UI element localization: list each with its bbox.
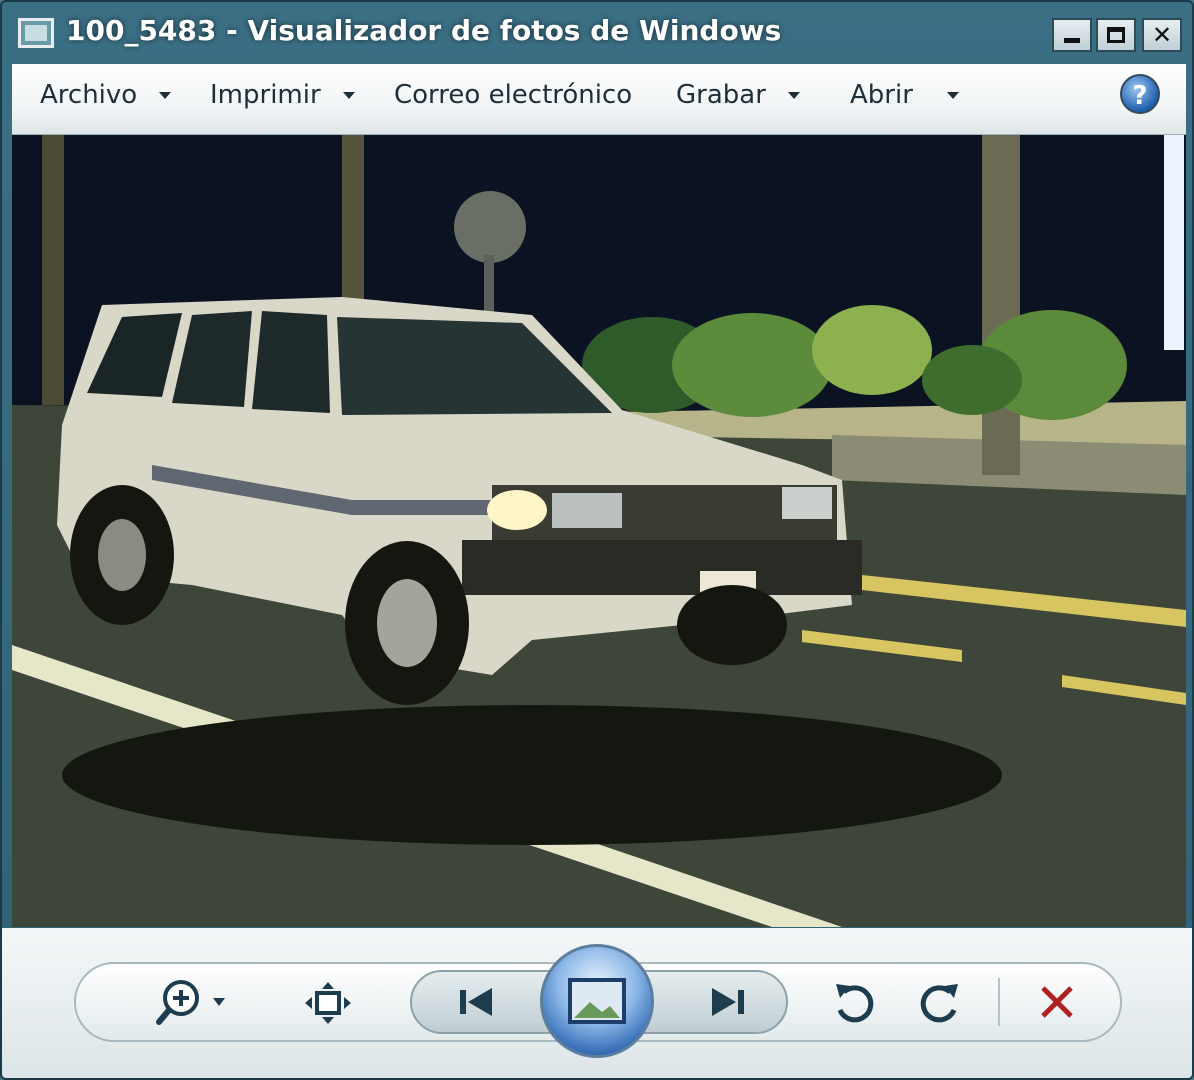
chevron-down-icon xyxy=(946,92,959,99)
rotate-left-button[interactable] xyxy=(826,978,882,1028)
title-bar[interactable]: 100_5483 - Visualizador de fotos de Wind… xyxy=(2,2,1192,64)
menu-imprimir[interactable]: Imprimir xyxy=(210,80,355,110)
close-button[interactable]: ✕ xyxy=(1142,18,1182,52)
close-icon: ✕ xyxy=(1151,21,1173,49)
zoom-button[interactable] xyxy=(148,976,238,1028)
previous-button[interactable] xyxy=(442,980,512,1024)
maximize-icon xyxy=(1107,27,1125,43)
skip-next-icon xyxy=(712,988,744,1016)
chevron-down-icon xyxy=(787,92,800,99)
menu-archivo-label: Archivo xyxy=(40,80,138,110)
rotate-right-button[interactable] xyxy=(912,978,968,1028)
fit-window-button[interactable] xyxy=(298,978,358,1028)
help-icon[interactable]: ? xyxy=(1120,74,1160,114)
slideshow-icon xyxy=(568,978,626,1024)
menu-grabar-label: Grabar xyxy=(676,80,766,110)
photo-viewer-window: 100_5483 - Visualizador de fotos de Wind… xyxy=(0,0,1194,1080)
minimize-icon xyxy=(1064,38,1080,43)
chevron-down-icon xyxy=(159,92,172,99)
menu-bar: Archivo Imprimir Correo electrónico Grab… xyxy=(12,64,1186,135)
menu-abrir-label: Abrir xyxy=(850,80,913,110)
menu-abrir[interactable]: Abrir xyxy=(850,80,959,110)
app-icon xyxy=(18,18,54,48)
delete-button[interactable] xyxy=(1032,980,1082,1024)
photo-display xyxy=(12,135,1186,927)
maximize-button[interactable] xyxy=(1096,18,1136,52)
menu-archivo[interactable]: Archivo xyxy=(40,80,172,110)
control-divider xyxy=(998,978,1000,1026)
next-button[interactable] xyxy=(692,980,762,1024)
photo-image xyxy=(12,135,1186,927)
slideshow-button[interactable] xyxy=(540,944,654,1058)
menu-grabar[interactable]: Grabar xyxy=(676,80,800,110)
rotate-counterclockwise-icon xyxy=(836,984,874,1023)
control-bar xyxy=(2,928,1192,1078)
minimize-button[interactable] xyxy=(1052,18,1092,52)
chevron-down-icon xyxy=(342,92,355,99)
menu-correo-label: Correo electrónico xyxy=(394,80,633,110)
window-title: 100_5483 - Visualizador de fotos de Wind… xyxy=(66,14,782,47)
menu-imprimir-label: Imprimir xyxy=(210,80,321,110)
fit-to-window-icon xyxy=(305,982,351,1024)
skip-previous-icon xyxy=(460,988,492,1016)
magnifier-plus-icon xyxy=(156,980,225,1025)
rotate-clockwise-icon xyxy=(920,984,958,1023)
menu-correo[interactable]: Correo electrónico xyxy=(394,80,632,110)
delete-x-icon xyxy=(1041,986,1073,1018)
